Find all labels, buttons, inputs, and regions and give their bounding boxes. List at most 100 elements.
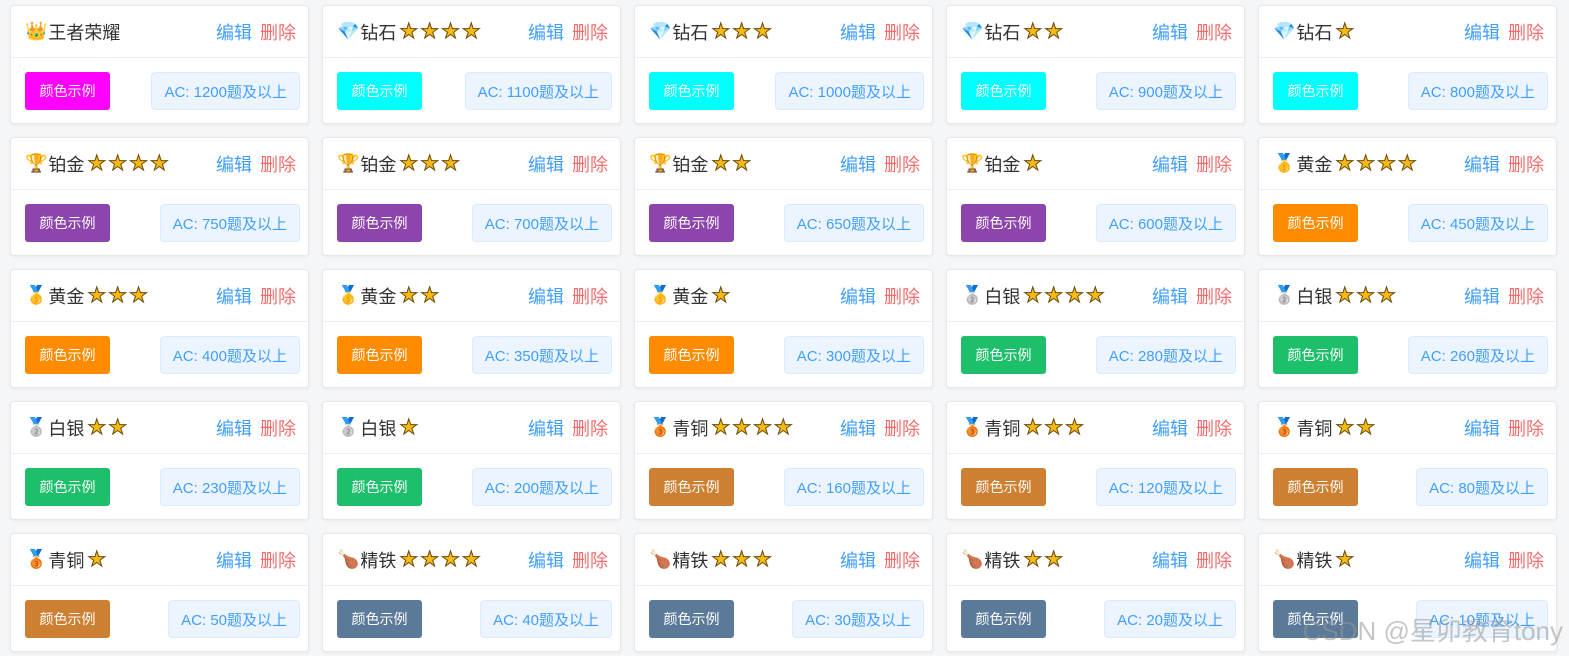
color-sample-button[interactable]: 颜色示例 [961,336,1046,374]
delete-link[interactable]: 删除 [884,283,920,309]
delete-link[interactable]: 删除 [572,283,608,309]
edit-link[interactable]: 编辑 [840,547,876,573]
color-sample-button[interactable]: 颜色示例 [649,468,734,506]
delete-link[interactable]: 删除 [884,547,920,573]
edit-link[interactable]: 编辑 [216,19,252,45]
delete-link[interactable]: 删除 [572,151,608,177]
edit-link[interactable]: 编辑 [528,19,564,45]
color-sample-button[interactable]: 颜色示例 [25,204,110,242]
delete-link[interactable]: 删除 [260,19,296,45]
edit-link[interactable]: 编辑 [1152,547,1188,573]
edit-link[interactable]: 编辑 [216,547,252,573]
card-actions: 编辑 删除 [528,283,608,309]
edit-link[interactable]: 编辑 [840,283,876,309]
delete-link[interactable]: 删除 [260,547,296,573]
edit-link[interactable]: 编辑 [216,151,252,177]
color-sample-button[interactable]: 颜色示例 [25,600,110,638]
color-sample-button[interactable]: 颜色示例 [337,204,422,242]
edit-link[interactable]: 编辑 [528,283,564,309]
edit-link[interactable]: 编辑 [1152,415,1188,441]
delete-link[interactable]: 删除 [1196,283,1232,309]
delete-link[interactable]: 删除 [572,547,608,573]
star-icon: ★ [773,415,793,439]
edit-link[interactable]: 编辑 [528,151,564,177]
color-sample-button[interactable]: 颜色示例 [337,72,422,110]
color-sample-button[interactable]: 颜色示例 [1273,336,1358,374]
edit-link[interactable]: 编辑 [528,547,564,573]
star-icon: ★ [711,19,731,43]
rank-name: 黄金 [360,286,397,307]
edit-link[interactable]: 编辑 [840,19,876,45]
rank-title: 🥉 青铜 ★ ★ [1273,415,1464,441]
edit-link[interactable]: 编辑 [840,151,876,177]
color-sample-button[interactable]: 颜色示例 [25,72,110,110]
color-sample-button[interactable]: 颜色示例 [649,72,734,110]
delete-link[interactable]: 删除 [1196,547,1232,573]
delete-link[interactable]: 删除 [260,283,296,309]
delete-link[interactable]: 删除 [1508,547,1544,573]
ac-threshold-tag: AC: 120题及以上 [1095,468,1236,506]
rank-name: 白银 [360,418,397,439]
color-sample-button[interactable]: 颜色示例 [25,336,110,374]
color-sample-button[interactable]: 颜色示例 [649,600,734,638]
card-body: 颜色示例 AC: 400题及以上 [11,322,308,387]
delete-link[interactable]: 删除 [572,19,608,45]
color-sample-button[interactable]: 颜色示例 [961,600,1046,638]
delete-link[interactable]: 删除 [1196,415,1232,441]
edit-link[interactable]: 编辑 [528,415,564,441]
star-icon: ★ [108,415,128,439]
delete-link[interactable]: 删除 [572,415,608,441]
delete-link[interactable]: 删除 [1508,151,1544,177]
card-body: 颜色示例 AC: 30题及以上 [635,586,932,651]
edit-link[interactable]: 编辑 [1464,19,1500,45]
rank-title: 👑 王者荣耀 [25,19,216,45]
gold-medal-icon: 🥇 [337,284,360,306]
delete-link[interactable]: 删除 [884,151,920,177]
edit-link[interactable]: 编辑 [1152,283,1188,309]
color-sample-button[interactable]: 颜色示例 [1273,600,1358,638]
color-sample-button[interactable]: 颜色示例 [961,72,1046,110]
color-sample-button[interactable]: 颜色示例 [961,468,1046,506]
color-sample-button[interactable]: 颜色示例 [649,336,734,374]
ac-threshold-tag: AC: 750题及以上 [159,204,300,242]
delete-link[interactable]: 删除 [1508,283,1544,309]
delete-link[interactable]: 删除 [260,415,296,441]
delete-link[interactable]: 删除 [1196,19,1232,45]
card-header: 🥇 黄金 ★ 编辑 删除 [635,270,932,322]
color-sample-button[interactable]: 颜色示例 [337,336,422,374]
edit-link[interactable]: 编辑 [216,283,252,309]
delete-link[interactable]: 删除 [1508,415,1544,441]
ac-threshold-tag: AC: 450题及以上 [1407,204,1548,242]
color-sample-button[interactable]: 颜色示例 [337,468,422,506]
color-sample-button[interactable]: 颜色示例 [1273,468,1358,506]
edit-link[interactable]: 编辑 [1152,151,1188,177]
card-body: 颜色示例 AC: 300题及以上 [635,322,932,387]
rank-name: 铂金 [48,154,85,175]
rank-name: 铂金 [360,154,397,175]
color-sample-button[interactable]: 颜色示例 [961,204,1046,242]
rank-title: 🥈 白银 ★ ★ ★ ★ [961,283,1152,309]
card-header: 🏆 铂金 ★ ★ ★ ★ 编辑 删除 [11,138,308,190]
color-sample-button[interactable]: 颜色示例 [337,600,422,638]
edit-link[interactable]: 编辑 [216,415,252,441]
color-sample-button[interactable]: 颜色示例 [1273,204,1358,242]
color-sample-button[interactable]: 颜色示例 [1273,72,1358,110]
card-header: 🏆 铂金 ★ ★ 编辑 删除 [635,138,932,190]
ac-threshold-tag: AC: 200题及以上 [471,468,612,506]
delete-link[interactable]: 删除 [1196,151,1232,177]
rank-name: 青铜 [984,418,1021,439]
delete-link[interactable]: 删除 [1508,19,1544,45]
card-header: 🥉 青铜 ★ ★ 编辑 删除 [1259,402,1556,454]
edit-link[interactable]: 编辑 [1464,547,1500,573]
rank-card: 🥇 黄金 ★ ★ ★ ★ 编辑 删除 颜色示例 AC: 450题及以上 [1258,137,1557,256]
edit-link[interactable]: 编辑 [1464,151,1500,177]
delete-link[interactable]: 删除 [260,151,296,177]
delete-link[interactable]: 删除 [884,19,920,45]
color-sample-button[interactable]: 颜色示例 [25,468,110,506]
edit-link[interactable]: 编辑 [1152,19,1188,45]
delete-link[interactable]: 删除 [884,415,920,441]
edit-link[interactable]: 编辑 [840,415,876,441]
color-sample-button[interactable]: 颜色示例 [649,204,734,242]
edit-link[interactable]: 编辑 [1464,415,1500,441]
edit-link[interactable]: 编辑 [1464,283,1500,309]
